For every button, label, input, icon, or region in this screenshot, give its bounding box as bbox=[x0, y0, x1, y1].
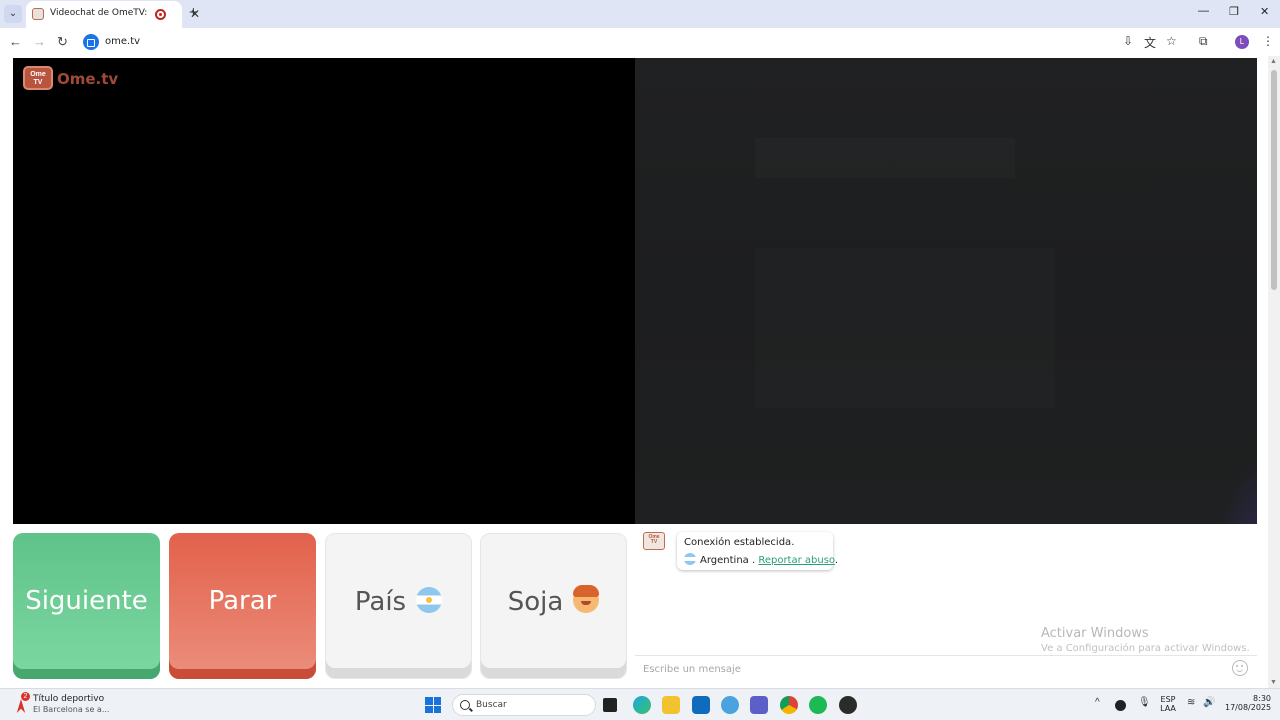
next-button[interactable]: Siguiente bbox=[13, 533, 160, 679]
argentina-flag-icon bbox=[416, 586, 443, 613]
network-app-icon[interactable] bbox=[721, 696, 739, 714]
ometv-chat-avatar: Ome TV bbox=[643, 532, 665, 550]
windows-start-icon[interactable] bbox=[425, 697, 441, 713]
search-icon bbox=[460, 700, 470, 710]
page-content: Ome TV Ome.tv Siguiente Parar País Soja … bbox=[0, 56, 1280, 688]
partner-country: Argentina . bbox=[700, 555, 756, 566]
boy-emoji-icon bbox=[573, 584, 600, 613]
news-subtitle[interactable]: El Barcelona se a... bbox=[33, 705, 109, 714]
microphone-icon[interactable]: 🎙 bbox=[1138, 697, 1151, 708]
taskbar-search[interactable]: Buscar bbox=[452, 694, 596, 716]
taskbar: 2 Título deportivo El Barcelona se a... … bbox=[0, 688, 1280, 720]
tray-app-icon[interactable] bbox=[1115, 700, 1126, 711]
restore-icon[interactable]: ❐ bbox=[1229, 5, 1239, 18]
tv-logo-icon: Ome TV bbox=[23, 66, 53, 90]
activate-windows-subtitle: Ve a Configuración para activar Windows. bbox=[1041, 643, 1250, 654]
argentina-flag-icon bbox=[684, 553, 696, 565]
activate-windows-title: Activar Windows bbox=[1041, 626, 1149, 641]
scroll-thumb[interactable] bbox=[1271, 70, 1277, 290]
news-title[interactable]: Título deportivo bbox=[33, 694, 104, 704]
close-window-icon[interactable]: ✕ bbox=[1260, 5, 1269, 18]
reload-icon[interactable]: ↻ bbox=[57, 34, 68, 50]
browser-toolbar: ← → ↻ ome.tv ⇩ 文 ☆ ⧉ ⋮ bbox=[0, 28, 1280, 56]
task-view-icon[interactable] bbox=[603, 698, 617, 712]
gender-filter-button[interactable]: Soja bbox=[480, 533, 627, 679]
active-tab[interactable]: Videochat de OmeTV: una ✕ bbox=[26, 1, 200, 28]
input-language[interactable]: ESP LAA bbox=[1158, 695, 1178, 713]
gender-label: Soja bbox=[507, 587, 564, 617]
recording-icon bbox=[155, 9, 166, 20]
news-badge: 2 bbox=[21, 692, 30, 701]
minimize-icon[interactable]: — bbox=[1198, 5, 1209, 17]
site-info-icon[interactable] bbox=[83, 34, 99, 50]
tab-strip: ⌄ Videochat de OmeTV: una ✕ + — ❐ ✕ bbox=[0, 0, 1280, 28]
ometv-logo[interactable]: Ome TV Ome.tv bbox=[23, 64, 119, 92]
report-abuse-link[interactable]: Reportar abuso bbox=[758, 555, 835, 566]
scroll-down-icon[interactable]: ▼ bbox=[1270, 679, 1277, 686]
remote-video-glow bbox=[1217, 454, 1257, 524]
logo-text: Ome.tv bbox=[57, 70, 119, 88]
emoji-icon[interactable] bbox=[1232, 660, 1248, 676]
wifi-icon[interactable]: ≋ bbox=[1187, 697, 1195, 708]
scroll-up-icon[interactable]: ▲ bbox=[1270, 58, 1277, 65]
system-message: Conexión establecida. Argentina . Report… bbox=[677, 532, 838, 570]
outlook-icon[interactable] bbox=[692, 696, 710, 714]
volume-icon[interactable]: 🔊 bbox=[1203, 697, 1215, 708]
profile-avatar[interactable]: L bbox=[1235, 35, 1249, 49]
remote-video bbox=[635, 58, 1257, 524]
address-bar[interactable]: ome.tv bbox=[80, 31, 1255, 53]
stop-button[interactable]: Parar bbox=[169, 533, 316, 679]
ometv-favicon-icon bbox=[32, 8, 44, 20]
connection-status: Conexión establecida. bbox=[684, 537, 795, 548]
message-bar bbox=[635, 655, 1257, 680]
page-scrollbar[interactable]: ▲ ▼ bbox=[1268, 56, 1280, 688]
translate-icon[interactable]: 文 bbox=[1144, 34, 1156, 51]
spotify-icon[interactable] bbox=[809, 696, 827, 714]
clock[interactable]: 8:30 17/08/2025 bbox=[1225, 694, 1271, 712]
remote-video-shadow bbox=[755, 138, 1015, 178]
bookmark-star-icon[interactable]: ☆ bbox=[1166, 34, 1177, 48]
search-label: Buscar bbox=[476, 700, 507, 710]
install-app-icon[interactable]: ⇩ bbox=[1123, 34, 1133, 48]
chrome-icon[interactable] bbox=[780, 696, 798, 714]
forward-icon[interactable]: → bbox=[33, 34, 46, 49]
show-hidden-icons-icon[interactable]: ^ bbox=[1095, 697, 1100, 708]
url-text: ome.tv bbox=[105, 36, 141, 47]
partner-country-line: Argentina . Reportar abuso. bbox=[684, 553, 838, 566]
new-tab-icon[interactable]: + bbox=[189, 4, 198, 21]
teams-icon[interactable] bbox=[750, 696, 768, 714]
chat-panel: Ome TV Conexión establecida. Argentina .… bbox=[635, 526, 1257, 682]
app-icon[interactable] bbox=[839, 696, 857, 714]
extensions-icon[interactable]: ⧉ bbox=[1199, 34, 1208, 49]
message-input[interactable] bbox=[643, 661, 1213, 677]
file-explorer-icon[interactable] bbox=[662, 696, 680, 714]
back-icon[interactable]: ← bbox=[9, 34, 22, 49]
tab-search-button[interactable]: ⌄ bbox=[4, 5, 22, 23]
edge-icon[interactable] bbox=[633, 696, 651, 714]
country-label: País bbox=[354, 587, 407, 617]
menu-dots-icon[interactable]: ⋮ bbox=[1262, 34, 1274, 48]
remote-video-shadow bbox=[755, 248, 1055, 408]
country-filter-button[interactable]: País bbox=[325, 533, 472, 679]
tab-title: Videochat de OmeTV: una bbox=[50, 8, 150, 18]
local-video bbox=[13, 58, 635, 524]
